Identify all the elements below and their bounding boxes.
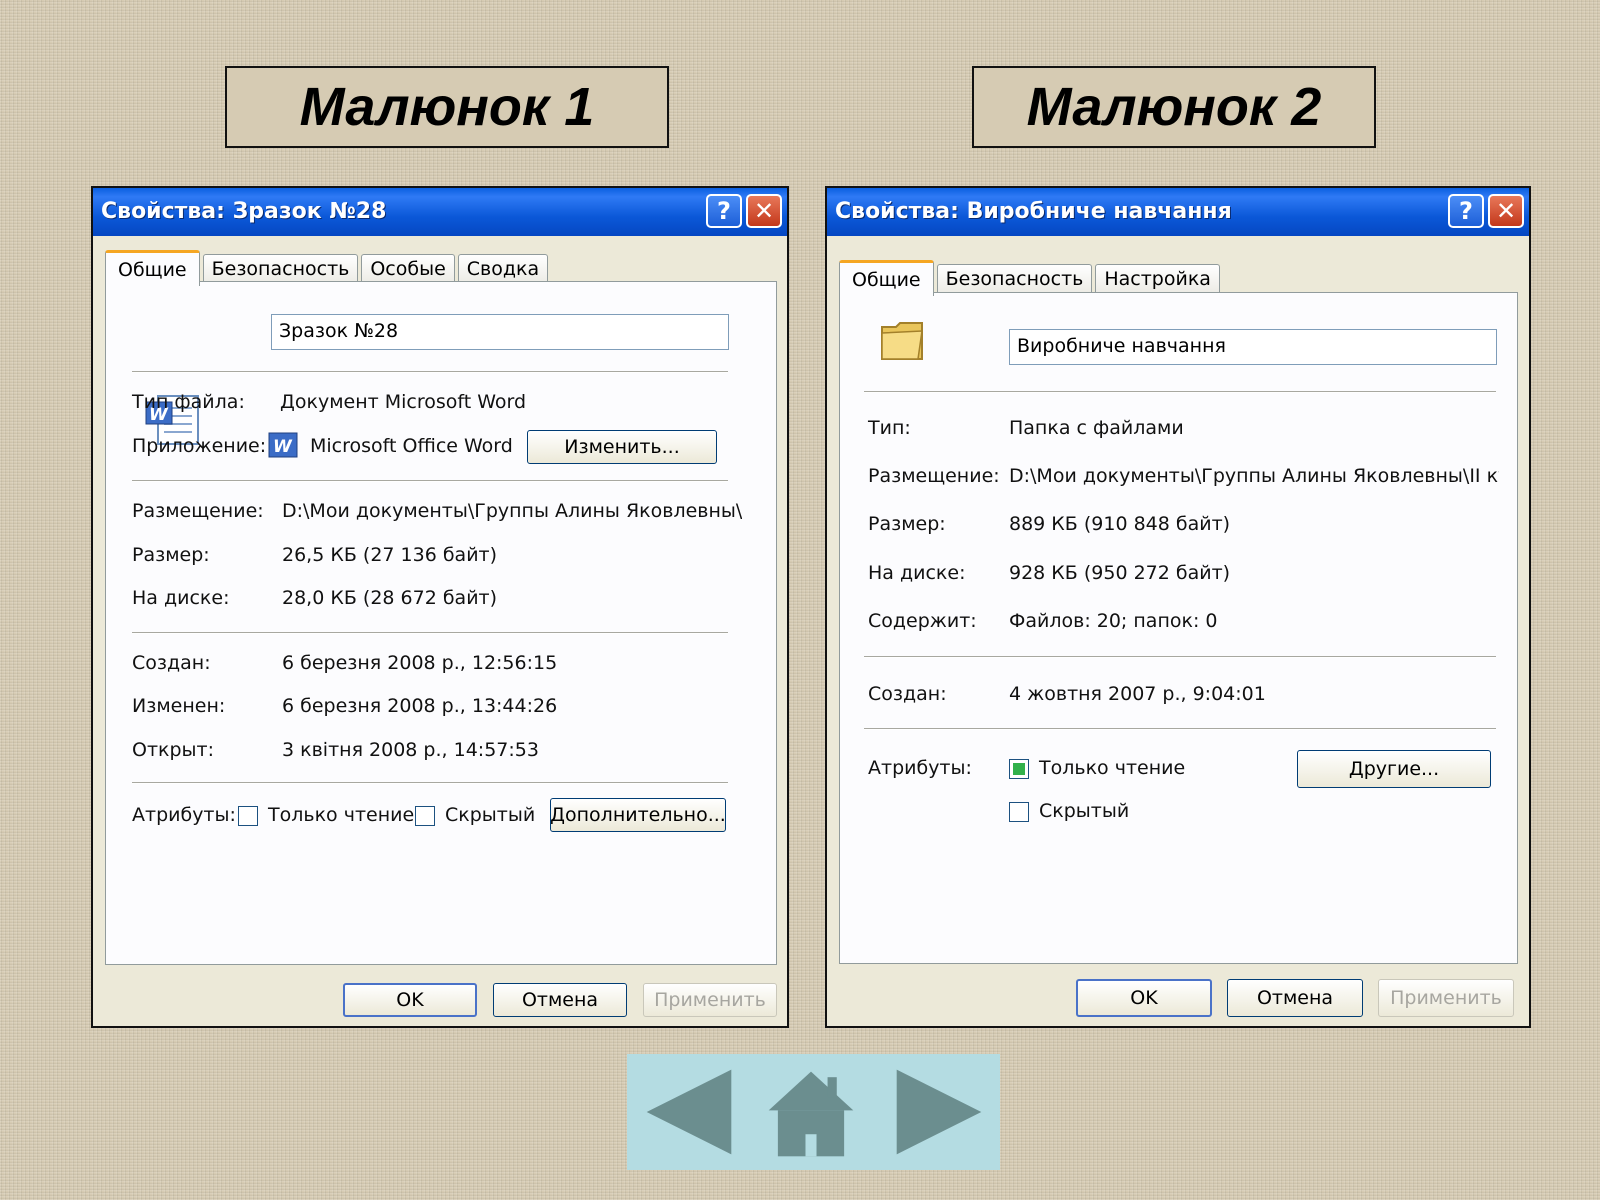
tab-summary[interactable]: Сводка	[457, 254, 549, 283]
file-name-input[interactable]: Зразок №28	[271, 314, 729, 350]
readonly-checkbox[interactable]	[238, 806, 258, 826]
title-bar[interactable]: Свойства: Виробниче навчання ? ✕	[827, 188, 1529, 236]
disk-size-label: На диске:	[132, 587, 230, 609]
size-value: 889 КБ (910 848 байт)	[1009, 513, 1231, 535]
size-value: 26,5 КБ (27 136 байт)	[282, 544, 498, 566]
app-value: Microsoft Office Word	[310, 435, 513, 457]
cancel-button[interactable]: Отмена	[1227, 979, 1363, 1017]
ok-button[interactable]: OK	[343, 983, 477, 1017]
general-tab-panel: W Зразок №28 Тип файла: Документ Microso…	[105, 281, 777, 965]
contains-label: Содержит:	[868, 610, 977, 632]
other-attributes-button[interactable]: Другие...	[1297, 750, 1491, 788]
help-button[interactable]: ?	[706, 194, 742, 228]
folder-icon	[881, 322, 923, 360]
created-value: 6 березня 2008 р., 12:56:15	[282, 652, 558, 674]
created-value: 4 жовтня 2007 р., 9:04:01	[1009, 683, 1266, 705]
type-value: Папка с файлами	[1009, 417, 1184, 439]
arrow-left-icon[interactable]	[643, 1066, 735, 1158]
tab-general[interactable]: Общие	[839, 260, 934, 296]
modified-label: Изменен:	[132, 695, 226, 717]
created-label: Создан:	[868, 683, 947, 705]
readonly-label: Только чтение	[268, 804, 415, 826]
opened-value: 3 квітня 2008 р., 14:57:53	[282, 739, 539, 761]
ok-button[interactable]: OK	[1076, 979, 1212, 1017]
modified-value: 6 березня 2008 р., 13:44:26	[282, 695, 558, 717]
location-value: D:\Мои документы\Группы Алины Яковлевны\	[282, 500, 742, 522]
separator	[132, 480, 728, 482]
attributes-label: Атрибуты:	[868, 757, 972, 779]
location-label: Размещение:	[868, 465, 1000, 487]
location-value: D:\Мои документы\Группы Алины Яковлевны\…	[1009, 465, 1499, 487]
properties-window-document: Свойства: Зразок №28 ? ✕ Общие Безопасно…	[91, 186, 789, 1028]
arrow-right-icon[interactable]	[893, 1066, 985, 1158]
file-type-value: Документ Microsoft Word	[280, 391, 527, 413]
caption-figure-2: Малюнок 2	[972, 66, 1376, 148]
size-label: Размер:	[868, 513, 946, 535]
separator	[864, 656, 1496, 658]
help-button[interactable]: ?	[1448, 194, 1484, 228]
title-bar[interactable]: Свойства: Зразок №28 ? ✕	[93, 188, 787, 236]
apply-button[interactable]: Применить	[643, 983, 777, 1017]
tab-customize[interactable]: Настройка	[1095, 264, 1220, 293]
tab-strip: Общие Безопасность Настройка	[839, 260, 1223, 296]
window-title: Свойства: Виробниче навчання	[835, 199, 1232, 224]
opened-label: Открыт:	[132, 739, 215, 761]
advanced-button[interactable]: Дополнительно...	[550, 798, 726, 832]
app-label: Приложение:	[132, 435, 267, 457]
home-icon[interactable]	[765, 1068, 857, 1160]
close-button[interactable]: ✕	[746, 194, 782, 228]
folder-name-input[interactable]: Виробниче навчання	[1009, 329, 1497, 365]
readonly-label: Только чтение	[1039, 757, 1186, 779]
readonly-checkbox[interactable]	[1009, 759, 1029, 779]
disk-size-value: 928 КБ (950 272 байт)	[1009, 562, 1231, 584]
created-label: Создан:	[132, 652, 211, 674]
cancel-button[interactable]: Отмена	[493, 983, 627, 1017]
attributes-label: Атрибуты:	[132, 804, 236, 826]
disk-size-value: 28,0 КБ (28 672 байт)	[282, 587, 498, 609]
size-label: Размер:	[132, 544, 210, 566]
separator	[132, 632, 728, 634]
properties-window-folder: Свойства: Виробниче навчання ? ✕ Общие Б…	[825, 186, 1531, 1028]
type-label: Тип:	[868, 417, 911, 439]
apply-button[interactable]: Применить	[1378, 979, 1514, 1017]
hidden-checkbox[interactable]	[1009, 802, 1029, 822]
contains-value: Файлов: 20; папок: 0	[1009, 610, 1218, 632]
hidden-checkbox[interactable]	[415, 806, 435, 826]
caption-figure-1: Малюнок 1	[225, 66, 669, 148]
general-tab-panel: Виробниче навчання Тип: Папка с файлами …	[839, 292, 1518, 964]
hidden-label: Скрытый	[445, 804, 536, 826]
tab-security[interactable]: Безопасность	[202, 254, 359, 283]
slide-navigation	[627, 1054, 1000, 1170]
word-app-icon: W	[268, 432, 298, 458]
hidden-label: Скрытый	[1039, 800, 1130, 822]
separator	[864, 728, 1496, 730]
location-label: Размещение:	[132, 500, 264, 522]
tab-general[interactable]: Общие	[105, 250, 200, 286]
tab-security[interactable]: Безопасность	[936, 264, 1093, 293]
separator	[132, 782, 728, 784]
change-app-button[interactable]: Изменить...	[527, 430, 717, 464]
disk-size-label: На диске:	[868, 562, 966, 584]
file-type-label: Тип файла:	[132, 391, 245, 413]
separator	[132, 371, 728, 373]
tab-strip: Общие Безопасность Особые Сводка	[105, 250, 551, 286]
close-button[interactable]: ✕	[1488, 194, 1524, 228]
separator	[864, 391, 1496, 393]
window-title: Свойства: Зразок №28	[101, 199, 387, 224]
svg-text:W: W	[273, 437, 293, 457]
tab-custom[interactable]: Особые	[361, 254, 455, 283]
